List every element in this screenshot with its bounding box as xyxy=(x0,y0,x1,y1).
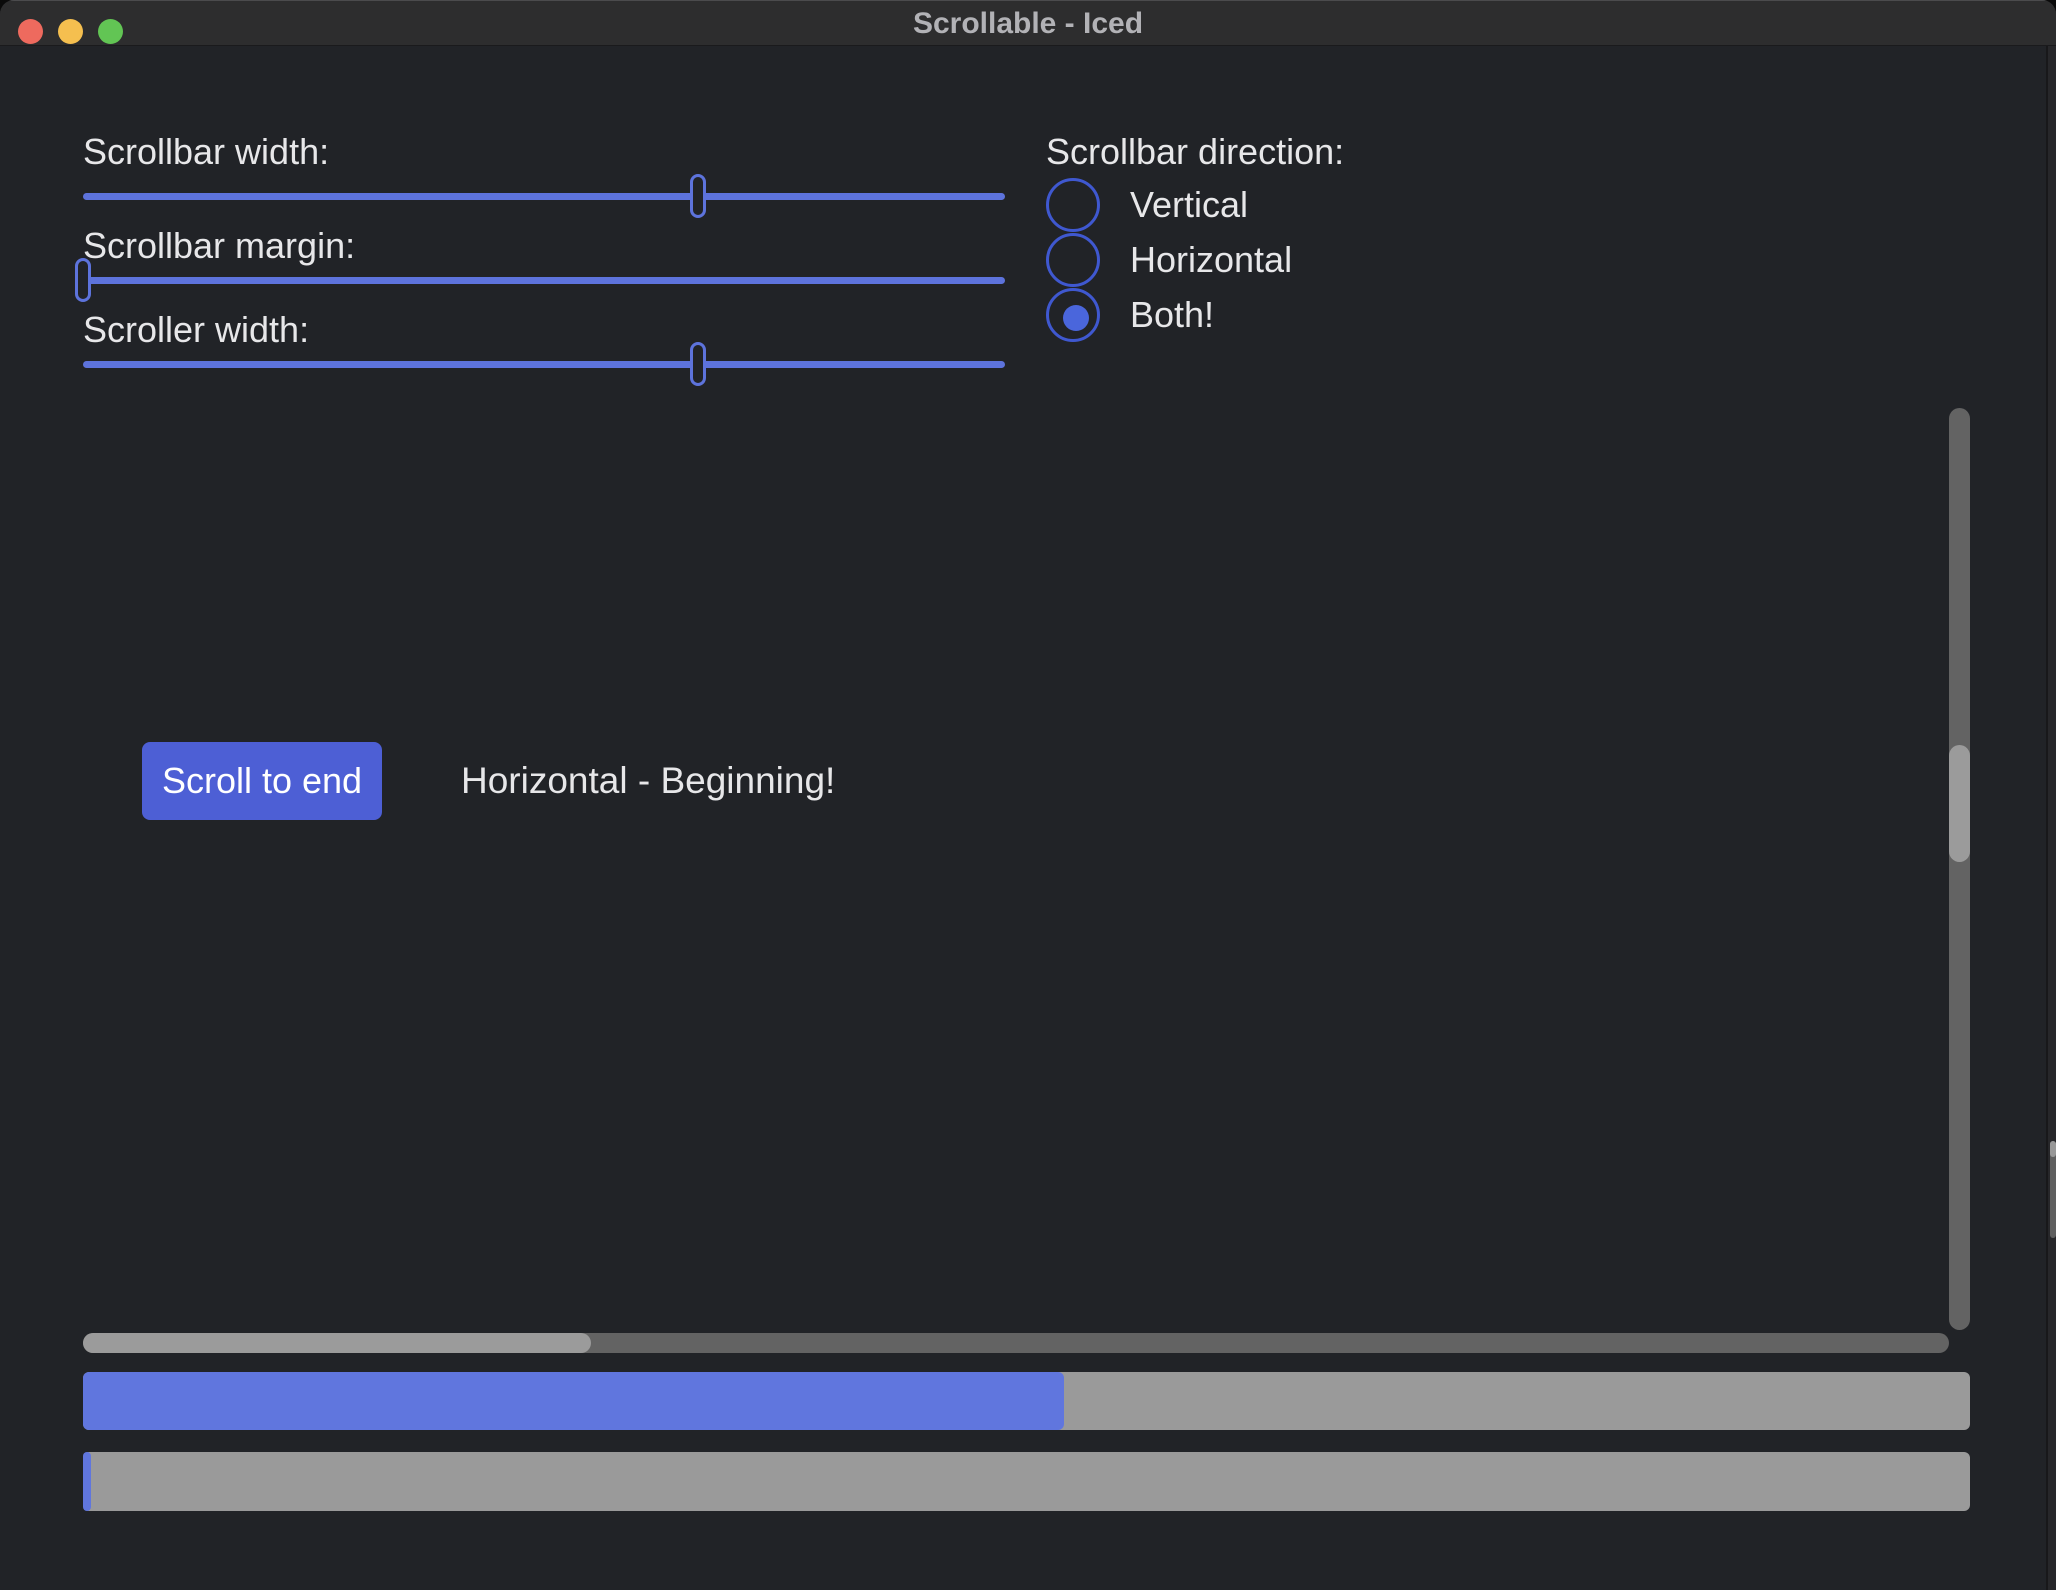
vertical-scrollbar-track[interactable] xyxy=(1949,408,1970,1330)
scrollbar-margin-label: Scrollbar margin: xyxy=(83,224,355,268)
scroller-width-label: Scroller width: xyxy=(83,308,309,352)
radio-both-label: Both! xyxy=(1130,288,1214,342)
scroller-width-slider-handle[interactable] xyxy=(690,342,706,386)
scrollbar-direction-label: Scrollbar direction: xyxy=(1046,130,1344,174)
horizontal-scrollbar-thumb[interactable] xyxy=(83,1333,591,1353)
titlebar: Scrollable - Iced xyxy=(0,0,2056,46)
radio-circle-icon[interactable] xyxy=(1046,233,1100,287)
scrollbar-margin-slider[interactable] xyxy=(83,277,1005,284)
window-title: Scrollable - Iced xyxy=(0,1,2056,46)
scrollbar-width-slider-handle[interactable] xyxy=(690,174,706,218)
scrollbar-margin-slider-handle[interactable] xyxy=(75,258,91,302)
radio-horizontal-label: Horizontal xyxy=(1130,233,1292,287)
horizontal-scrollbar-track[interactable] xyxy=(83,1333,1949,1353)
scrollbar-width-label: Scrollbar width: xyxy=(83,130,329,174)
radio-dot-icon xyxy=(1063,305,1089,331)
radio-circle-icon[interactable] xyxy=(1046,178,1100,232)
scroll-status-text: Horizontal - Beginning! xyxy=(461,742,835,820)
native-scrollbar-thumb-cap xyxy=(2050,1141,2056,1157)
scroll-to-end-button[interactable]: Scroll to end xyxy=(142,742,382,820)
app-window: Scrollable - Iced Scrollbar width: Scrol… xyxy=(0,0,2056,1590)
radio-vertical-label: Vertical xyxy=(1130,178,1248,232)
progress-bar-2-fill xyxy=(83,1452,91,1511)
window-right-edge xyxy=(2048,46,2056,1590)
progress-bar-2 xyxy=(83,1452,1970,1511)
progress-bar-1-fill xyxy=(83,1372,1064,1430)
vertical-scrollbar-thumb[interactable] xyxy=(1949,745,1970,862)
scrollbar-width-slider[interactable] xyxy=(83,193,1005,200)
scroller-width-slider[interactable] xyxy=(83,361,1005,368)
progress-bar-1 xyxy=(83,1372,1970,1430)
radio-circle-icon[interactable] xyxy=(1046,288,1100,342)
